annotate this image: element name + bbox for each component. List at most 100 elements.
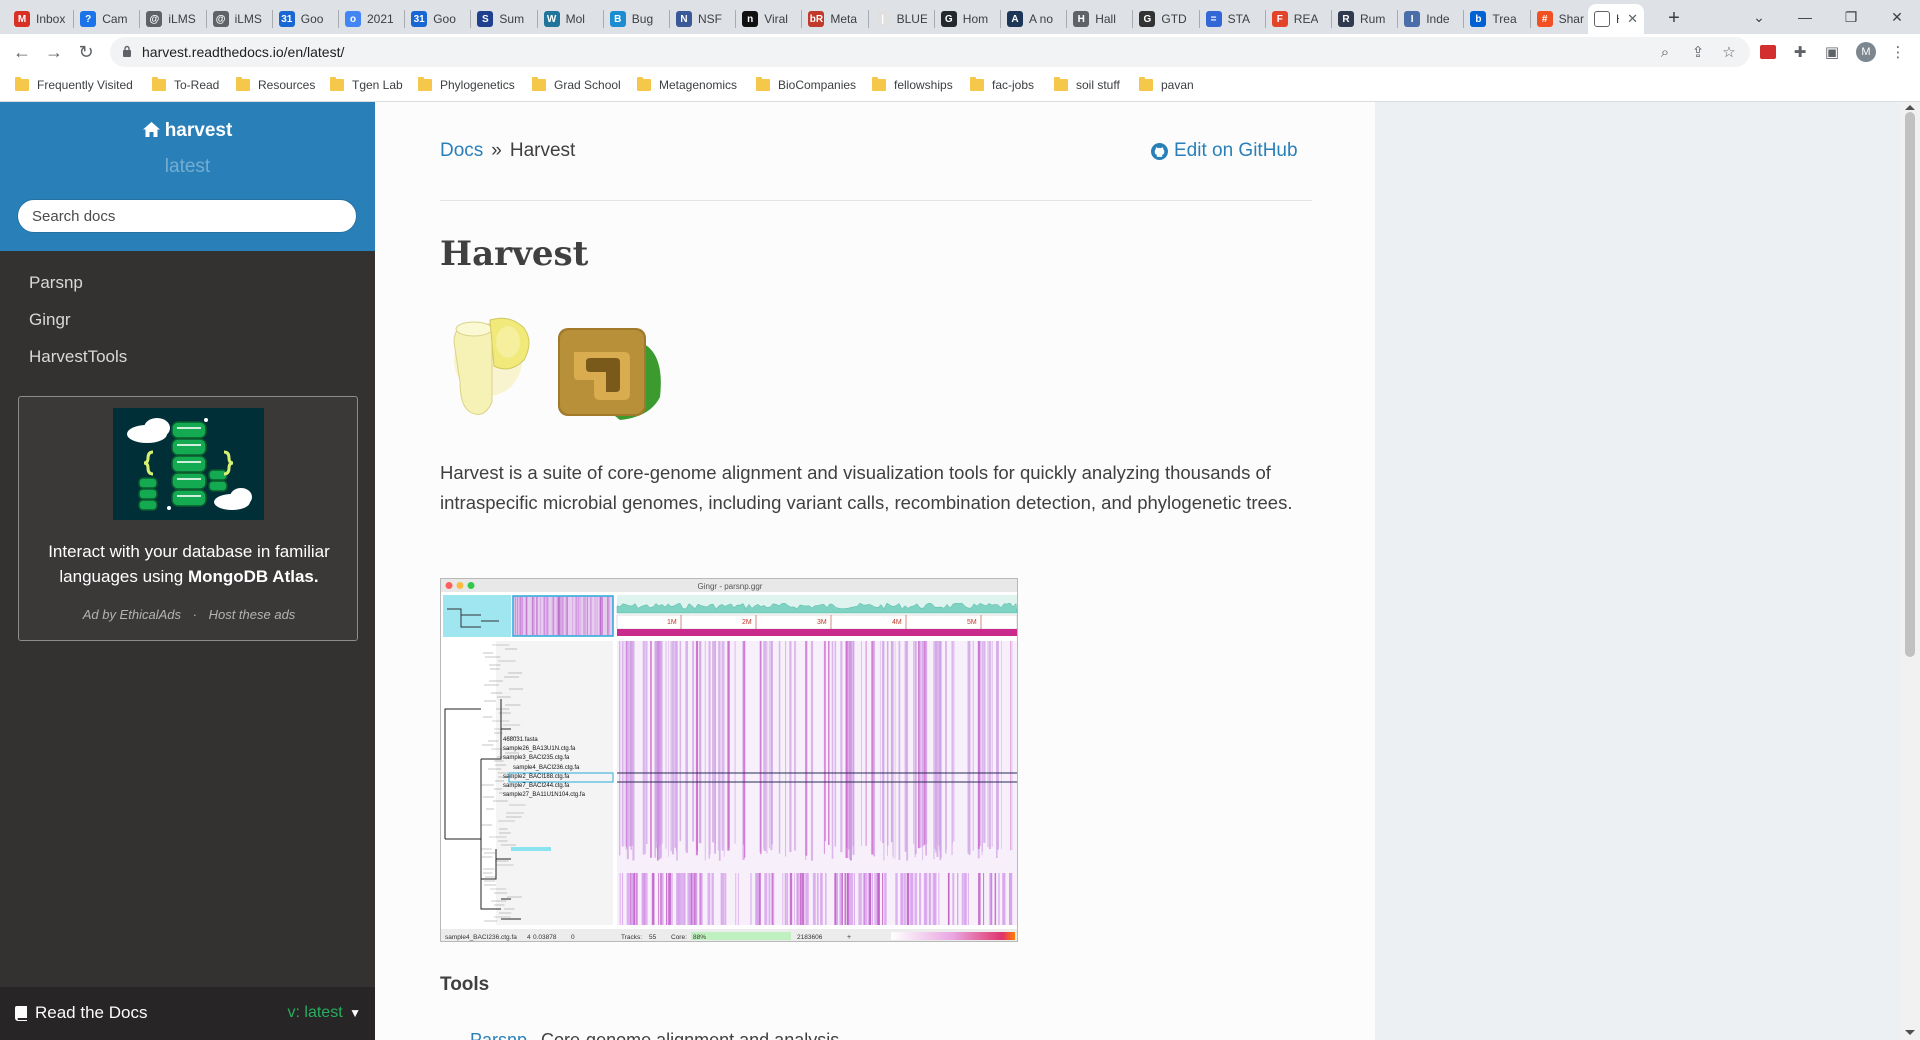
browser-tab[interactable]: = STA: [1200, 4, 1264, 34]
bookmark-metagenomics[interactable]: Metagenomics: [637, 77, 737, 92]
browser-tab[interactable]: b Trea: [1464, 4, 1528, 34]
ad-brand: MongoDB Atlas.: [187, 567, 319, 586]
minimize-icon[interactable]: —: [1782, 0, 1828, 34]
bookmark-frequently-visited[interactable]: Frequently Visited: [15, 77, 133, 92]
snp-column: [951, 641, 953, 856]
rtd-version-bar[interactable]: Read the Docs v: latest ▼: [0, 987, 375, 1040]
ruler-tick-label: 2M: [742, 619, 752, 626]
ethical-ad[interactable]: Interact with your database in familiar …: [18, 396, 358, 641]
search-docs-input[interactable]: Search docs: [17, 199, 357, 233]
browser-tab[interactable]: ? Cam: [74, 4, 138, 34]
snp-column: [991, 641, 993, 847]
browser-tab[interactable]: W Mol: [538, 4, 602, 34]
breadcrumb-docs-link[interactable]: Docs: [440, 140, 483, 161]
snp-column: [744, 641, 746, 858]
browser-tab[interactable]: bR Meta: [802, 4, 866, 34]
snp-block: [676, 873, 679, 925]
side-panel-icon[interactable]: ▣: [1822, 42, 1842, 62]
reload-icon[interactable]: ↻: [74, 40, 98, 64]
gingr-tree-overview: [443, 595, 511, 637]
browser-tab[interactable]: n Viral: [736, 4, 800, 34]
rtd-version-selector[interactable]: v: latest ▼: [288, 1004, 361, 1022]
gingr-logo: [558, 328, 661, 420]
bookmark-fac-jobs[interactable]: fac-jobs: [970, 77, 1034, 92]
bookmark-star-icon[interactable]: ☆: [1719, 42, 1739, 62]
browser-tab[interactable]: @ iLMS: [207, 4, 271, 34]
page-scrollbar[interactable]: [1900, 102, 1920, 1040]
bookmark-biocompanies[interactable]: BioCompanies: [756, 77, 856, 92]
bookmark-pavan[interactable]: pavan: [1139, 77, 1194, 92]
close-window-icon[interactable]: ✕: [1874, 0, 1920, 34]
snp-column: [987, 641, 989, 848]
scroll-thumb[interactable]: [1905, 112, 1915, 657]
sidebar-item-parsnp[interactable]: Parsnp: [29, 273, 83, 293]
ad-by-link[interactable]: Ad by EthicalAds: [83, 607, 181, 622]
tab-favicon-icon: @: [212, 11, 229, 27]
project-home-link[interactable]: harvest: [0, 120, 375, 142]
extensions-puzzle-icon[interactable]: ✚: [1790, 42, 1810, 62]
browser-tab[interactable]: H Hall: [1067, 4, 1131, 34]
browser-tab[interactable]: 31 Goo: [273, 4, 337, 34]
bookmark-phylogenetics[interactable]: Phylogenetics: [418, 77, 515, 92]
bookmark-tgen-lab[interactable]: Tgen Lab: [330, 77, 403, 92]
close-tab-icon[interactable]: ✕: [1627, 11, 1638, 27]
bookmark-resources[interactable]: Resources: [236, 77, 315, 92]
forward-icon[interactable]: →: [42, 40, 66, 64]
scroll-up-arrow[interactable]: [1905, 105, 1915, 110]
profile-avatar[interactable]: M: [1856, 42, 1876, 62]
browser-tab[interactable]: # Shar: [1531, 4, 1595, 34]
breadcrumb: Docs » Harvest: [440, 140, 575, 162]
overview-stripe: [566, 597, 568, 635]
sidebar-item-harvesttools[interactable]: HarvestTools: [29, 347, 127, 367]
host-ads-link[interactable]: Host these ads: [209, 607, 296, 622]
bookmark-to-read[interactable]: To-Read: [152, 77, 219, 92]
parsnp-link[interactable]: Parsnp: [470, 1030, 527, 1040]
snp-block: [801, 873, 805, 925]
browser-tab[interactable]: I Inde: [1398, 4, 1462, 34]
browser-tab[interactable]: A A no: [1001, 4, 1065, 34]
back-icon[interactable]: ←: [10, 40, 34, 64]
tab-active[interactable]: H ✕: [1588, 4, 1644, 34]
snp-block: [683, 873, 685, 925]
browser-tab[interactable]: | BLUE: [869, 4, 933, 34]
bookmark-fellowships[interactable]: fellowships: [872, 77, 953, 92]
edit-on-github-link[interactable]: Edit on GitHub: [1151, 140, 1298, 162]
browser-tab[interactable]: B Bug: [604, 4, 668, 34]
browser-tab[interactable]: G GTD: [1133, 4, 1197, 34]
ad-text[interactable]: Interact with your database in familiar …: [19, 539, 359, 589]
chrome-menu-icon[interactable]: ⋮: [1888, 42, 1908, 62]
browser-tab[interactable]: 31 Goo: [405, 4, 469, 34]
browser-tab[interactable]: N NSF: [670, 4, 734, 34]
tab-strip: M Inbox? Cam @ iLMS @ iLMS 31 Goo o 2021 31 Goo S Sum W…: [0, 0, 1920, 34]
zoom-icon[interactable]: ⌕: [1655, 42, 1675, 62]
browser-tab[interactable]: @ iLMS: [140, 4, 204, 34]
snp-block: [925, 873, 928, 925]
browser-tab[interactable]: F REA: [1266, 4, 1330, 34]
browser-tab[interactable]: R Rum: [1332, 4, 1396, 34]
snp-block: [750, 873, 752, 925]
browser-tab[interactable]: M Inbox: [8, 4, 72, 34]
bookmark-grad-school[interactable]: Grad School: [532, 77, 621, 92]
snp-block: [621, 873, 624, 925]
snp-block: [1009, 873, 1012, 925]
sidebar-item-gingr[interactable]: Gingr: [29, 310, 71, 330]
new-tab-button[interactable]: +: [1660, 4, 1688, 32]
browser-tab[interactable]: G Hom: [935, 4, 999, 34]
snp-block: [983, 873, 985, 925]
tab-favicon-icon: A: [1007, 11, 1023, 27]
overview-stripe: [519, 597, 521, 635]
browser-tab[interactable]: S Sum: [471, 4, 535, 34]
browser-tab[interactable]: o 2021: [339, 4, 403, 34]
extension-mendeley-icon[interactable]: [1758, 42, 1778, 62]
overview-stripe: [531, 597, 533, 635]
bookmark-soil-stuff[interactable]: soil stuff: [1054, 77, 1120, 92]
status-value-2: 0.03878: [533, 934, 557, 941]
share-icon[interactable]: ⇪: [1688, 42, 1708, 62]
status-plus: +: [847, 934, 851, 941]
github-icon: [1151, 142, 1168, 160]
status-value-3: 0: [571, 934, 575, 941]
address-bar[interactable]: harvest.readthedocs.io/en/latest/: [110, 37, 1750, 67]
scroll-down-arrow[interactable]: [1905, 1030, 1915, 1035]
tab-search-icon[interactable]: ⌄: [1736, 0, 1782, 34]
restore-icon[interactable]: ❐: [1828, 0, 1874, 34]
